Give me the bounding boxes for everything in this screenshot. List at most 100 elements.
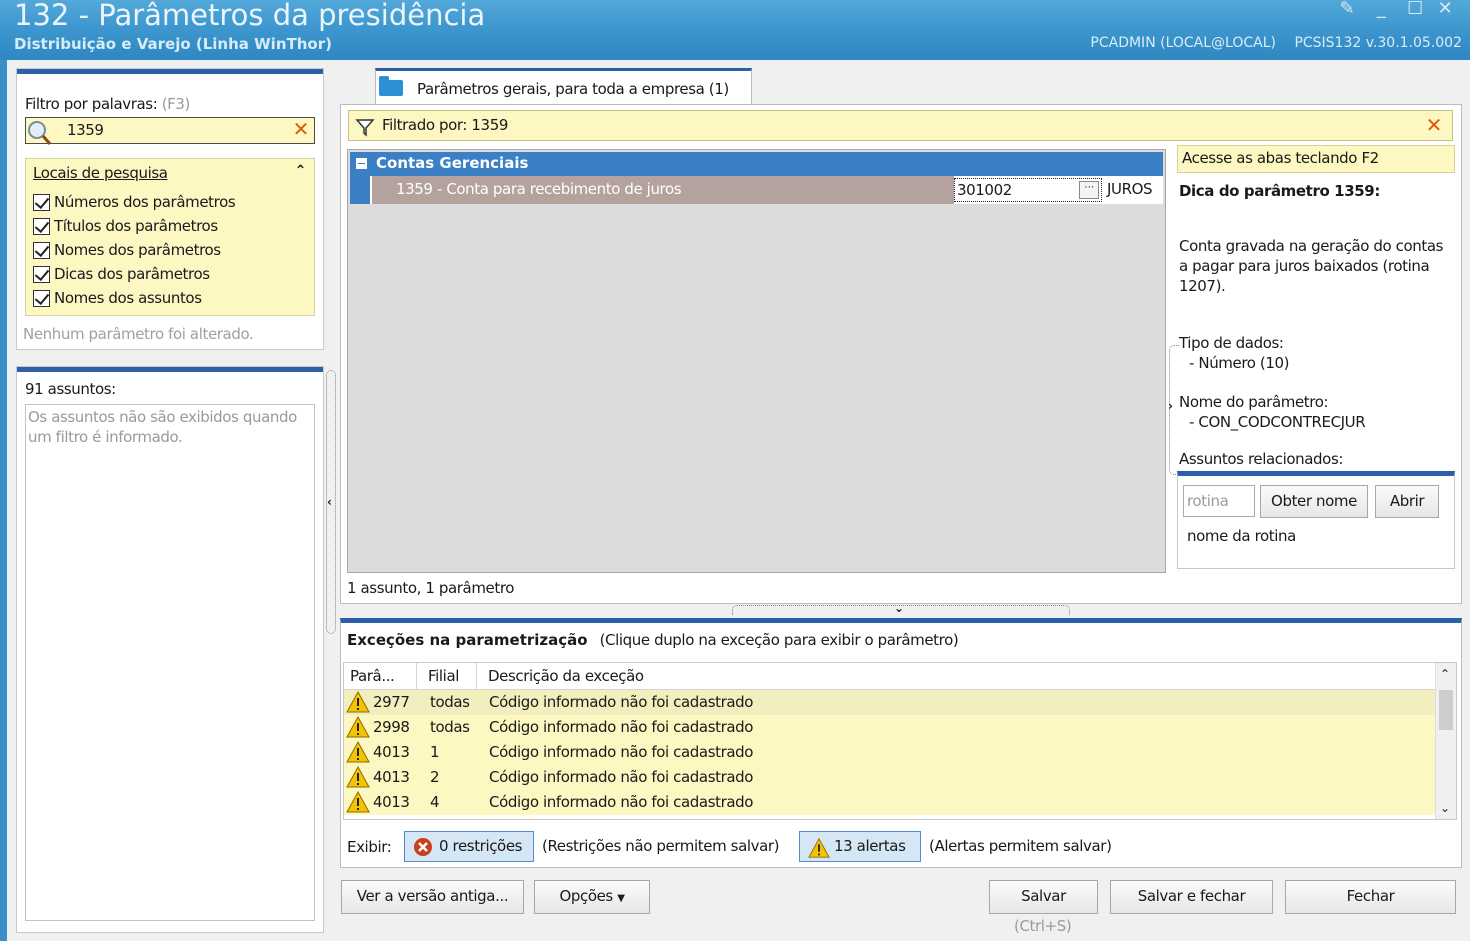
table-header: Parâ... Filial Descrição da exceção [344, 663, 1436, 690]
warning-icon [808, 837, 830, 858]
rotina-input[interactable]: rotina [1183, 485, 1255, 517]
checkbox-checked-icon[interactable] [33, 217, 50, 235]
panel-accent-bar [17, 367, 323, 372]
chevron-down-icon[interactable]: ⌄ [894, 601, 904, 615]
filter-funnel-icon [355, 119, 375, 137]
tab-label: Parâmetros gerais, para toda a empresa (… [417, 80, 729, 98]
parameter-row[interactable]: 1359 - Conta para recebimento de juros 3… [350, 176, 1163, 204]
clear-filter-icon[interactable]: ✕ [1426, 113, 1443, 137]
search-value: 1359 [67, 121, 104, 139]
vertical-scrollbar[interactable]: ⌃ ⌄ [1435, 663, 1456, 819]
system-info: PCADMIN (LOCAL@LOCAL) PCSIS132 v.30.1.05… [1076, 35, 1462, 51]
minimize-icon[interactable]: _ [1370, 0, 1392, 20]
table-row[interactable]: 2998 todas Código informado não foi cada… [344, 715, 1436, 740]
options-button[interactable]: Opções ▼ [534, 880, 650, 914]
warning-icon [346, 790, 370, 813]
parameter-name[interactable]: 1359 - Conta para recebimento de juros [372, 176, 954, 204]
save-button[interactable]: Salvar [989, 880, 1098, 914]
options-label: Opções [559, 887, 613, 905]
chevron-left-icon[interactable]: ‹ [327, 495, 332, 509]
exceptions-title: Exceções na parametrização [347, 631, 588, 649]
parameter-value-field[interactable]: 301002 ⋯ [954, 178, 1102, 202]
search-locations-label: Locais de pesquisa [33, 164, 168, 182]
tip-description: Conta gravada na geração do contas a pag… [1179, 237, 1444, 295]
related-subjects-box: rotina Obter nome Abrir nome da rotina [1177, 471, 1455, 569]
collapse-group-icon[interactable] [356, 158, 367, 169]
column-header-param[interactable]: Parâ... [350, 667, 395, 685]
panel-accent-bar [17, 69, 323, 74]
help-window-icon[interactable]: ✎ [1336, 0, 1358, 20]
filter-panel: Filtro por palavras: (F3) 1359 ✕ Locais … [16, 68, 324, 350]
param-name-label: Nome do parâmetro: [1179, 393, 1329, 411]
option-label: Números dos parâmetros [54, 193, 236, 211]
checkbox-checked-icon[interactable] [33, 289, 50, 307]
close-window-icon[interactable]: ✕ [1434, 0, 1456, 20]
maximize-icon[interactable]: ☐ [1404, 0, 1426, 20]
checkbox-checked-icon[interactable] [33, 193, 50, 211]
filter-label: Filtro por palavras: (F3) [25, 95, 190, 113]
table-row[interactable]: 4013 2 Código informado não foi cadastra… [344, 765, 1436, 790]
search-input[interactable]: 1359 ✕ [25, 117, 315, 145]
option-dicas[interactable]: Dicas dos parâmetros [33, 264, 210, 284]
checkbox-checked-icon[interactable] [33, 241, 50, 259]
column-header-filial[interactable]: Filial [428, 667, 459, 685]
option-numeros[interactable]: Números dos parâmetros [33, 192, 236, 212]
option-assuntos[interactable]: Nomes dos assuntos [33, 288, 202, 308]
cell-filial: todas [430, 693, 470, 711]
cell-filial: todas [430, 718, 470, 736]
horizontal-splitter[interactable]: ⌄ [732, 601, 1070, 615]
exibir-label: Exibir: [347, 838, 392, 856]
group-row[interactable]: Contas Gerenciais [350, 152, 1163, 176]
close-button[interactable]: Fechar [1285, 880, 1456, 914]
chevron-right-icon[interactable]: › [1168, 399, 1173, 413]
search-locations-title[interactable]: Locais de pesquisa [33, 164, 168, 182]
search-icon [28, 121, 52, 145]
option-label: Títulos dos parâmetros [54, 217, 218, 235]
checkbox-checked-icon[interactable] [33, 265, 50, 283]
cell-filial: 4 [430, 793, 440, 811]
alertas-toggle-button[interactable]: 13 alertas [799, 831, 921, 862]
collapse-icon[interactable]: ⌃ [295, 163, 307, 179]
old-version-button[interactable]: Ver a versão antiga... [341, 880, 524, 914]
ellipsis-button[interactable]: ⋯ [1079, 181, 1099, 199]
subjects-list[interactable]: Os assuntos não são exibidos quando um f… [25, 404, 315, 921]
column-header-descricao[interactable]: Descrição da exceção [488, 667, 644, 685]
option-label: Nomes dos parâmetros [54, 241, 221, 259]
column-divider[interactable] [416, 663, 417, 690]
cell-param: 4013 [373, 793, 410, 811]
result-count: 1 assunto, 1 parâmetro [347, 579, 515, 597]
scroll-up-icon[interactable]: ⌃ [1440, 667, 1450, 681]
restricoes-note: (Restrições não permitem salvar) [542, 837, 780, 855]
row-indicator [350, 176, 370, 204]
scroll-thumb[interactable] [1439, 690, 1453, 730]
scroll-down-icon[interactable]: ⌄ [1440, 801, 1450, 815]
cell-filial: 1 [430, 743, 440, 761]
old-version-label: Ver a versão antiga... [356, 887, 509, 905]
alertas-note: (Alertas permitem salvar) [929, 837, 1112, 855]
group-label: Contas Gerenciais [376, 154, 529, 172]
window-title: 132 - Parâmetros da presidência [14, 0, 486, 32]
column-divider[interactable] [476, 663, 477, 690]
active-filter-text: Filtrado por: 1359 [382, 116, 508, 134]
table-row[interactable]: 4013 4 Código informado não foi cadastra… [344, 790, 1436, 815]
save-shortcut: (Ctrl+S) [1014, 917, 1072, 935]
save-and-close-button[interactable]: Salvar e fechar [1110, 880, 1273, 914]
folder-icon [379, 76, 403, 96]
option-nomes[interactable]: Nomes dos parâmetros [33, 240, 221, 260]
option-titulos[interactable]: Títulos dos parâmetros [33, 216, 218, 236]
vertical-splitter[interactable]: ‹ [326, 370, 336, 634]
abrir-button[interactable]: Abrir [1375, 485, 1439, 518]
warning-icon [346, 715, 370, 738]
obter-nome-button[interactable]: Obter nome [1260, 485, 1368, 518]
table-row[interactable]: 4013 1 Código informado não foi cadastra… [344, 740, 1436, 765]
tab-parametros-gerais[interactable]: Parâmetros gerais, para toda a empresa (… [375, 68, 752, 105]
data-type-block: Tipo de dados: - Número (10) [1179, 333, 1290, 373]
tip-title: Dica do parâmetro 1359: [1179, 182, 1380, 200]
clear-search-icon[interactable]: ✕ [293, 117, 310, 141]
exceptions-panel: Exceções na parametrização (Clique duplo … [340, 618, 1462, 868]
warning-icon [346, 690, 370, 713]
restricoes-toggle-button[interactable]: 0 restrições [404, 831, 534, 862]
table-row[interactable]: 2977 todas Código informado não foi cada… [344, 690, 1436, 715]
subjects-panel: 91 assuntos: Os assuntos não são exibido… [16, 366, 324, 933]
cell-descricao: Código informado não foi cadastrado [489, 693, 754, 711]
